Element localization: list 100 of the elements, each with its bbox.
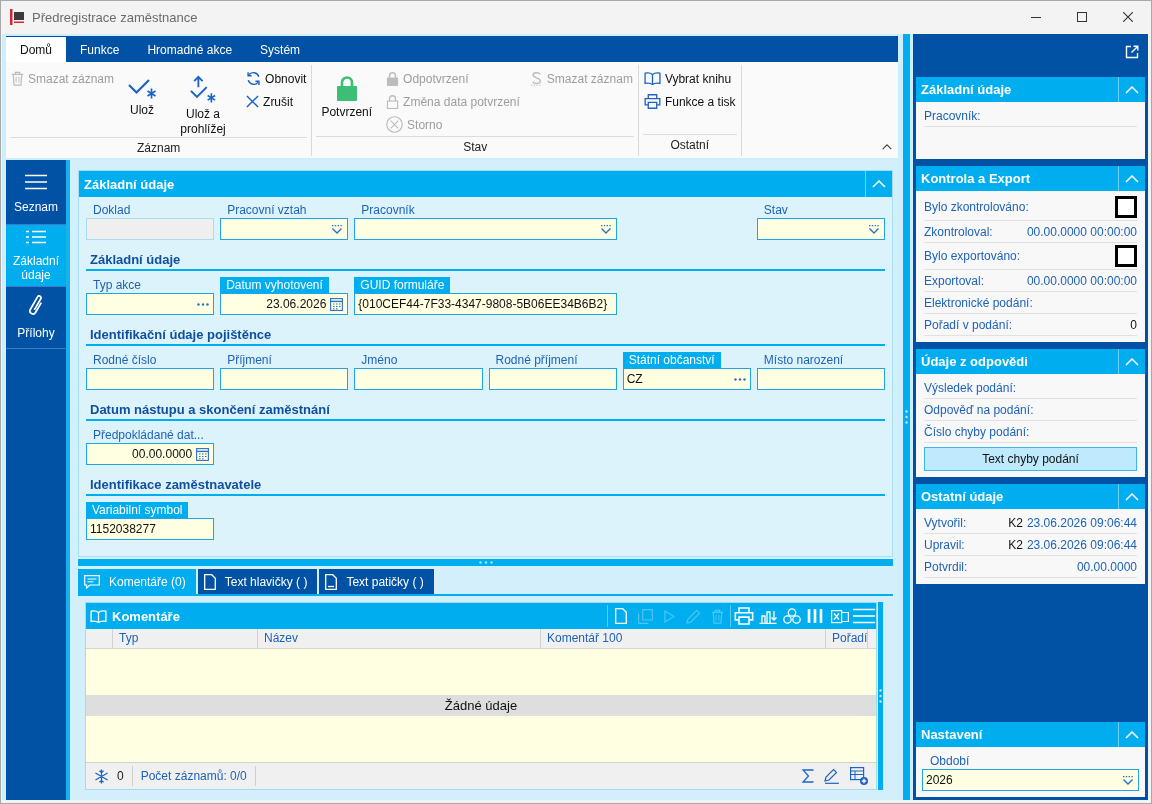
document-icon — [325, 573, 338, 590]
save-and-view-button[interactable]: Ulož a prohlížej — [172, 67, 235, 137]
ellipsis-icon — [197, 302, 210, 306]
chevron-up-icon — [1125, 492, 1139, 501]
dropdown-field[interactable]: 2026 — [922, 769, 1139, 791]
lookup-field[interactable]: CZ — [622, 368, 751, 390]
field-label: Variabilní symbol — [86, 502, 189, 518]
panel-title: Základní údaje — [83, 176, 176, 192]
ribbon-group-label: Záznam — [10, 137, 308, 159]
ribbon-group-label: Ostatní — [642, 134, 737, 156]
popout-button[interactable] — [1123, 43, 1141, 61]
padlock-outline-icon — [386, 94, 400, 109]
input-field[interactable] — [220, 368, 349, 390]
chevron-up-icon — [882, 144, 892, 150]
cancel-button[interactable]: Zrušit — [244, 90, 309, 113]
field-label: Bylo exportováno: — [924, 249, 1021, 263]
chevron-down-icon — [599, 224, 612, 234]
print-button[interactable]: Funkce a tisk — [641, 90, 738, 113]
collapse-ribbon-button[interactable] — [880, 142, 894, 152]
field-label: Jméno — [360, 352, 399, 368]
document-icon — [203, 573, 216, 590]
minimize-icon — [1031, 16, 1041, 18]
ribbon-tab[interactable]: Domů — [6, 37, 66, 62]
section-heading: Identifikační údaje pojištěnce — [86, 326, 885, 346]
splitter-handle[interactable] — [78, 559, 893, 566]
ribbon-tab[interactable]: Systém — [246, 37, 315, 62]
app-logo-icon — [10, 9, 24, 25]
splitter-handle[interactable] — [878, 602, 883, 790]
table-add-icon — [850, 767, 868, 785]
calendar-icon — [330, 297, 344, 311]
field-label: Místo narození — [762, 352, 845, 368]
detail-tab[interactable]: Text hlavičky ( ) — [197, 569, 318, 594]
confirm-button[interactable]: Potvrzení — [319, 67, 375, 120]
play-icon — [663, 609, 675, 623]
input-field[interactable] — [488, 368, 617, 390]
maximize-icon — [1077, 12, 1087, 22]
field-label: Předpokládané dat... — [92, 427, 205, 443]
field-label: Doklad — [92, 202, 132, 218]
list-icon — [26, 229, 46, 244]
menu-icon — [25, 173, 47, 190]
arrow-checkmark-icon — [190, 75, 217, 103]
card-title: Nastavení — [920, 727, 984, 742]
field-label: Stav — [762, 202, 789, 218]
field-label: Potvrdil: — [924, 559, 968, 574]
select-book-button[interactable]: Vybrat knihu — [641, 67, 738, 90]
input-field[interactable]: 1152038277 — [86, 518, 215, 540]
section-heading: Základní údaje — [86, 251, 885, 271]
pencil-icon — [824, 768, 840, 784]
paperclip-icon — [29, 295, 43, 316]
field-label: Státní občanství — [622, 352, 721, 368]
letter-s-icon — [529, 71, 543, 86]
book-icon — [643, 72, 661, 85]
dropdown-field[interactable] — [220, 218, 349, 240]
field-label: Exportoval: — [924, 273, 985, 288]
column-header[interactable]: Komentář 100 — [541, 629, 826, 648]
field-label: Upravil: — [924, 537, 965, 552]
checkbox[interactable] — [1115, 245, 1137, 267]
card-title: Základní údaje — [920, 82, 1013, 97]
refresh-button[interactable]: Obnovit — [244, 67, 309, 90]
dropdown-field[interactable] — [354, 218, 617, 240]
printer-icon — [643, 94, 661, 109]
lookup-field[interactable] — [86, 293, 215, 315]
action-button[interactable]: Text chyby podání — [924, 447, 1137, 471]
splitter-handle[interactable] — [903, 34, 910, 800]
record-count: Počet záznamů: 0/0 — [139, 769, 248, 783]
field-label: Číslo chyby podání: — [924, 424, 1030, 439]
spreadsheet-icon — [831, 608, 849, 624]
ellipsis-icon — [733, 377, 746, 381]
date-field[interactable]: 23.06.2026 — [220, 293, 349, 315]
field-value: 00.00.0000 00:00:00 — [1026, 224, 1137, 239]
field-label: GUID formuláře — [354, 277, 451, 293]
field-label: Odpověď na podání: — [924, 402, 1034, 417]
sigma-icon — [802, 769, 814, 783]
column-header[interactable]: Typ — [113, 629, 258, 648]
x-icon — [246, 95, 260, 108]
field-value: 23.06.2026 09:06:44 — [1026, 515, 1137, 530]
trash-icon — [11, 71, 24, 86]
input-field[interactable] — [354, 368, 483, 390]
detail-tab[interactable]: Text patičky ( ) — [319, 569, 434, 594]
column-header[interactable]: Pořadí — [826, 629, 868, 648]
input-field[interactable] — [756, 368, 885, 390]
padlock-icon — [336, 75, 357, 101]
column-header[interactable]: Název — [258, 629, 541, 648]
checkbox[interactable] — [1115, 196, 1137, 218]
chevron-up-icon — [1125, 174, 1139, 183]
circle-x-icon — [386, 116, 404, 133]
ribbon-group-label: Stav — [316, 136, 634, 158]
field-label: Období — [929, 753, 971, 769]
date-field[interactable]: 00.00.0000 — [86, 443, 215, 465]
save-button[interactable]: Ulož — [126, 67, 159, 118]
ribbon-tab[interactable]: Hromadné akce — [133, 37, 247, 62]
grip-dots-icon — [879, 689, 882, 703]
comment-icon — [84, 574, 100, 589]
input-field[interactable] — [86, 368, 215, 390]
field-value: 23.06.2026 09:06:44 — [1026, 537, 1137, 552]
input-field[interactable]: {010CEF44-7F33-4347-9808-5B06EE34B6B2} — [354, 293, 617, 315]
three-circles-icon — [783, 608, 801, 624]
ribbon-tab[interactable]: Funkce — [66, 37, 134, 62]
grip-dots-icon — [905, 410, 908, 424]
dropdown-field[interactable] — [756, 218, 885, 240]
